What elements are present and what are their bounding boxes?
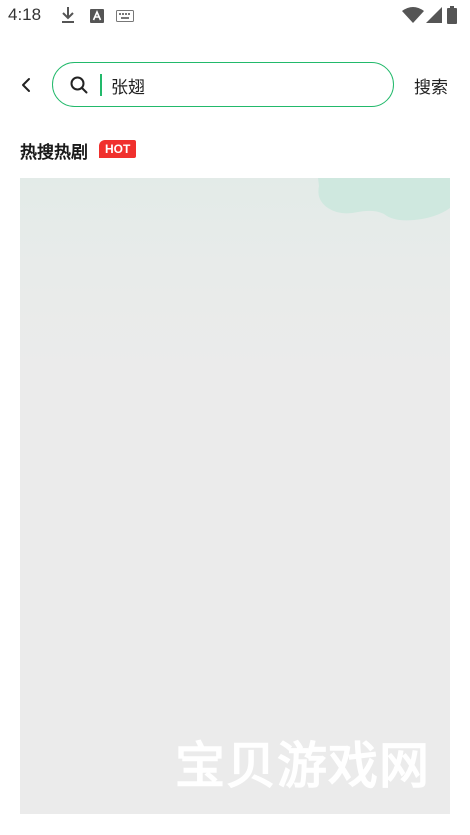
search-box[interactable] [52, 62, 394, 107]
download-icon [62, 7, 74, 23]
keyboard-icon [116, 10, 134, 22]
search-button[interactable]: 搜索 [414, 73, 448, 98]
hot-banner[interactable]: 宝贝游戏网 [20, 178, 450, 814]
battery-icon [447, 6, 457, 24]
search-input[interactable] [111, 71, 381, 99]
status-bar: 4:18 [0, 0, 470, 32]
hot-badge: HOT [99, 140, 137, 158]
search-caret [100, 74, 102, 96]
text-a-icon [90, 9, 104, 23]
signal-icon [426, 7, 442, 23]
decorative-blob [318, 178, 450, 221]
screen: 4:18 张翅 搜索 热搜热剧 HOT 宝贝游戏网 [0, 0, 470, 835]
search-icon [70, 76, 88, 94]
back-button[interactable] [14, 72, 40, 98]
wifi-icon [402, 7, 424, 23]
watermark: 宝贝游戏网 [175, 737, 430, 795]
chevron-left-icon [22, 78, 30, 92]
hot-section-title: 热搜热剧 [20, 143, 88, 163]
status-time: 4:18 [8, 5, 42, 24]
